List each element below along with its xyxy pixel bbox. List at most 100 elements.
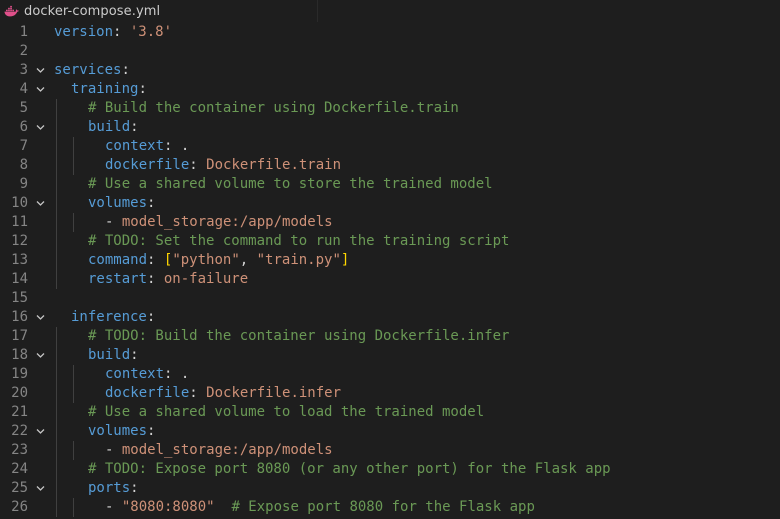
code-token: :: [147, 423, 156, 439]
line-number: 8: [19, 157, 28, 173]
line-number: 11: [11, 214, 28, 230]
line-content: ports:: [88, 479, 139, 498]
line-number: 7: [19, 138, 28, 154]
line-number: 24: [11, 461, 28, 477]
code-line[interactable]: 13 command: ["python", "train.py"]: [0, 251, 780, 270]
code-line[interactable]: 15: [0, 289, 780, 308]
chevron-down-icon[interactable]: [36, 484, 45, 493]
indent-guide: [73, 137, 74, 156]
line-number: 9: [19, 176, 28, 192]
code-token: Dockerfile.train: [206, 157, 342, 173]
code-line[interactable]: 24 # TODO: Expose port 8080 (or any other…: [0, 460, 780, 479]
line-content: - model_storage:/app/models: [105, 441, 333, 460]
code-token: training: [71, 81, 139, 97]
code-line[interactable]: 16 inference:: [0, 308, 780, 327]
code-token: command: [88, 252, 148, 268]
code-editor[interactable]: docker-compose.yml 1 version: '3.8' 2 3 serv…: [0, 0, 780, 519]
code-token: # TODO: Build the container using Docker…: [88, 328, 510, 344]
code-token: :: [130, 119, 139, 135]
chevron-down-icon[interactable]: [36, 199, 45, 208]
line-number: 6: [19, 119, 28, 135]
code-line[interactable]: 3 services:: [0, 61, 780, 80]
line-content: dockerfile: Dockerfile.infer: [105, 384, 341, 403]
chevron-down-icon[interactable]: [36, 85, 45, 94]
indent-guide: [56, 479, 57, 498]
code-line[interactable]: 18 build:: [0, 346, 780, 365]
code-token: :: [147, 252, 164, 268]
code-token: # TODO: Expose port 8080 (or any other p…: [88, 461, 611, 477]
code-line[interactable]: 10 volumes:: [0, 194, 780, 213]
indent-guide: [73, 498, 74, 517]
code-line[interactable]: 5 # Build the container using Dockerfile.…: [0, 99, 780, 118]
line-number: 2: [19, 43, 28, 59]
code-token: "8080:8080": [121, 499, 215, 515]
line-content: # TODO: Build the container using Docker…: [88, 327, 509, 346]
code-token: version: [54, 24, 114, 40]
code-line[interactable]: 26 - "8080:8080" # Expose port 8080 for t…: [0, 498, 780, 517]
code-token: :: [130, 480, 139, 496]
line-content: training:: [71, 80, 147, 99]
code-line[interactable]: 1 version: '3.8': [0, 23, 780, 42]
code-token: "python": [172, 252, 240, 268]
code-line[interactable]: 25 ports:: [0, 479, 780, 498]
code-line[interactable]: 8 dockerfile: Dockerfile.train: [0, 156, 780, 175]
chevron-down-icon[interactable]: [36, 427, 45, 436]
indent-guide: [56, 156, 57, 175]
line-content: inference:: [71, 308, 155, 327]
code-token: # TODO: Set the command to run the train…: [88, 233, 510, 249]
line-number: 21: [11, 404, 28, 420]
code-token: build: [88, 347, 131, 363]
indent-guide: [73, 156, 74, 175]
code-token: -: [105, 214, 122, 230]
chevron-down-icon[interactable]: [36, 66, 45, 75]
indent-guide: [56, 118, 57, 137]
code-line[interactable]: 19 context: .: [0, 365, 780, 384]
chevron-down-icon[interactable]: [36, 351, 45, 360]
code-line[interactable]: 23 - model_storage:/app/models: [0, 441, 780, 460]
line-content: # Use a shared volume to load the traine…: [88, 403, 484, 422]
chevron-down-icon[interactable]: [36, 123, 45, 132]
code-line[interactable]: 17 # TODO: Build the container using Dock…: [0, 327, 780, 346]
indent-guide: [56, 365, 57, 384]
line-content: services:: [54, 61, 130, 80]
code-line[interactable]: 20 dockerfile: Dockerfile.infer: [0, 384, 780, 403]
line-content: context: .: [105, 365, 189, 384]
code-token: '3.8': [129, 24, 173, 40]
code-line[interactable]: 11 - model_storage:/app/models: [0, 213, 780, 232]
code-line[interactable]: 12 # TODO: Set the command to run the tra…: [0, 232, 780, 251]
code-line[interactable]: 22 volumes:: [0, 422, 780, 441]
indent-guide: [56, 232, 57, 251]
code-line[interactable]: 9 # Use a shared volume to store the trai…: [0, 175, 780, 194]
code-token: inference: [71, 309, 147, 325]
line-content: volumes:: [88, 422, 155, 441]
code-line[interactable]: 4 training:: [0, 80, 780, 99]
line-number: 16: [11, 309, 28, 325]
code-line[interactable]: 14 restart: on-failure: [0, 270, 780, 289]
code-token: model_storage:/app/models: [121, 214, 333, 230]
code-token: # Expose port 8080 for the Flask app: [231, 499, 535, 515]
line-number: 26: [11, 499, 28, 515]
line-content: build:: [88, 346, 139, 365]
file-tab[interactable]: docker-compose.yml: [0, 0, 318, 22]
code-line[interactable]: 2: [0, 42, 780, 61]
line-number: 12: [11, 233, 28, 249]
code-token: : .: [164, 366, 190, 382]
code-token: restart: [88, 271, 148, 287]
tab-title: docker-compose.yml: [24, 3, 161, 19]
indent-guide: [56, 175, 57, 194]
code-line[interactable]: 7 context: .: [0, 137, 780, 156]
code-lines[interactable]: 1 version: '3.8' 2 3 services: 4 training: 5 # B…: [0, 23, 780, 517]
code-token: :: [130, 347, 139, 363]
line-content: # TODO: Set the command to run the train…: [88, 232, 509, 251]
code-token: "train.py": [256, 252, 341, 268]
code-token: dockerfile: [105, 385, 190, 401]
docker-whale-icon: [3, 3, 19, 19]
line-content: command: ["python", "train.py"]: [88, 251, 349, 270]
code-line[interactable]: 6 build:: [0, 118, 780, 137]
code-line[interactable]: 21 # Use a shared volume to load the trai…: [0, 403, 780, 422]
chevron-down-icon[interactable]: [36, 313, 45, 322]
code-token: volumes: [88, 423, 148, 439]
indent-guide: [56, 498, 57, 517]
indent-guide: [56, 422, 57, 441]
indent-guide: [56, 441, 57, 460]
